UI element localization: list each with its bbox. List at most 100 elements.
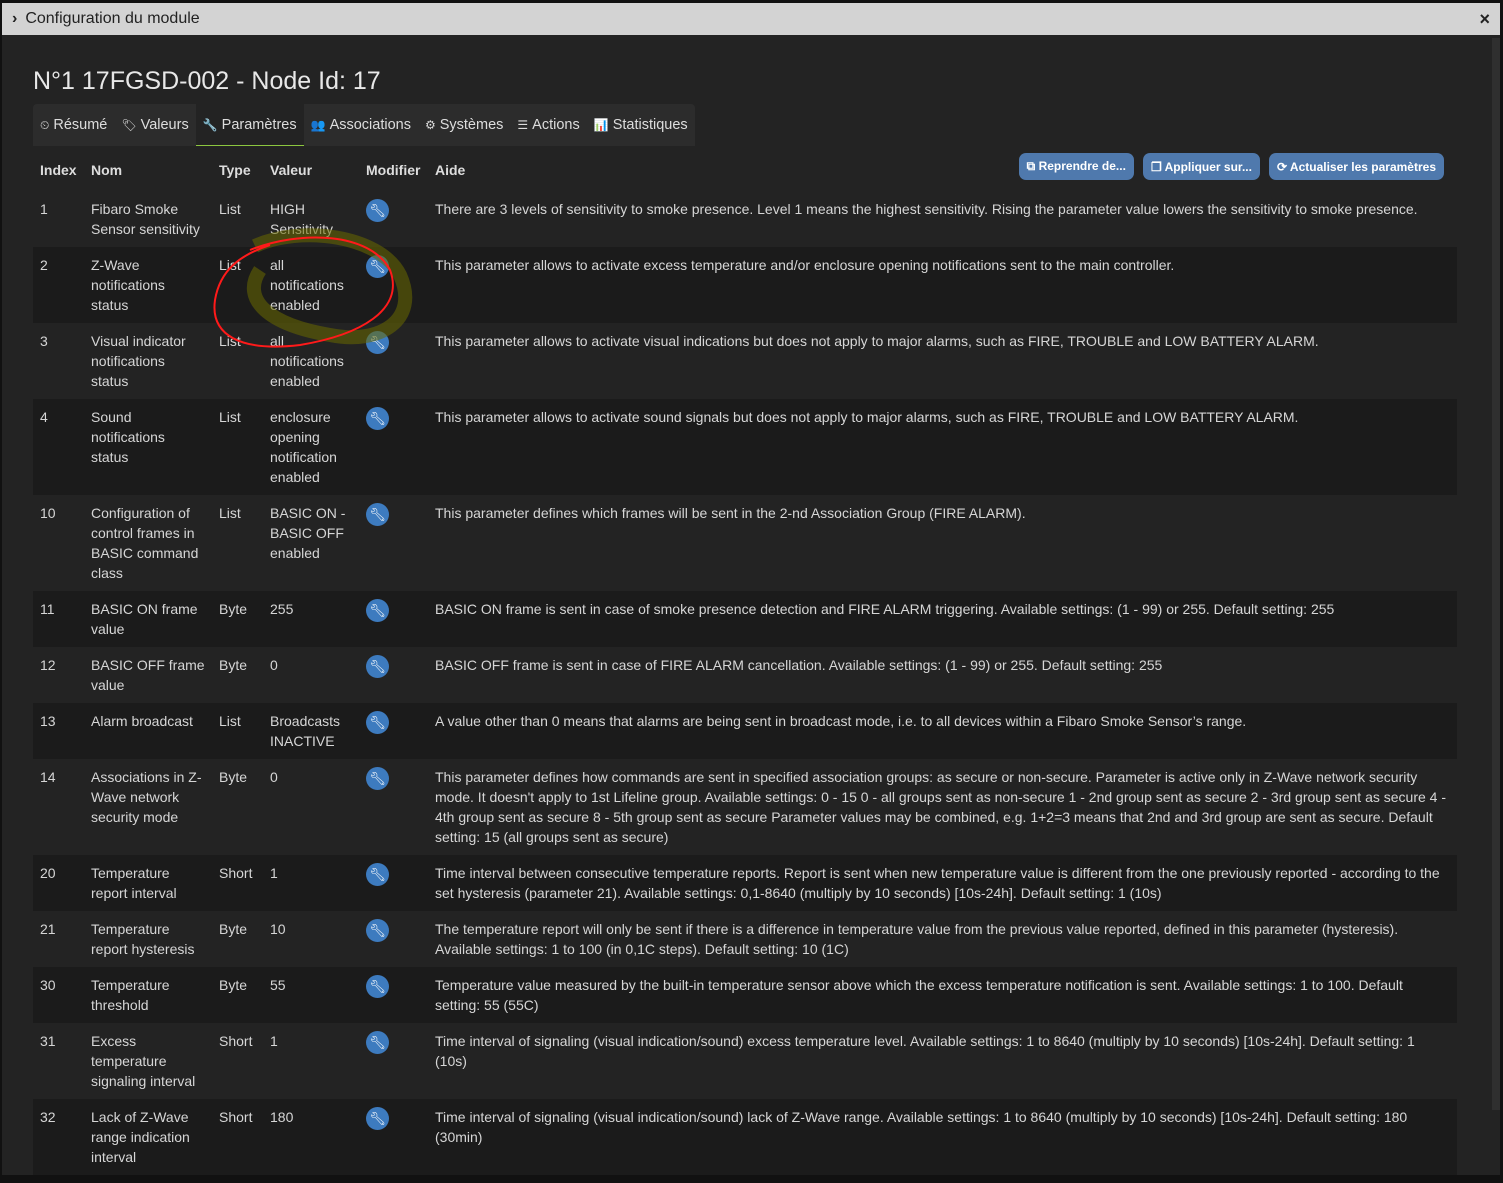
row-index: 21 <box>40 921 56 937</box>
row-index: 13 <box>33 703 84 759</box>
row-value: all notifications enabled <box>263 247 359 323</box>
row-index: 12 <box>40 657 56 673</box>
tab-resume[interactable]: ⏲ Résumé <box>33 104 114 146</box>
row-index: 20 <box>33 855 84 911</box>
row-name: Sound notifications status <box>84 399 212 495</box>
row-name: Excess temperature signaling interval <box>91 1033 196 1089</box>
row-name: Fibaro Smoke Sensor sensitivity <box>91 201 200 237</box>
row-index: 4 <box>33 399 84 495</box>
col-name: Nom <box>91 162 123 178</box>
tab-actions[interactable]: ☰ Actions <box>510 104 586 146</box>
col-help: Aide <box>435 162 466 178</box>
row-type: Short <box>219 1033 253 1049</box>
tab-label: Systèmes <box>439 117 504 133</box>
tab-icon: 👥 <box>310 118 326 132</box>
edit-wrench-icon[interactable]: 🔧︎ <box>366 711 389 734</box>
row-value: BASIC ON - BASIC OFF enabled <box>270 505 346 561</box>
row-name: Temperature threshold <box>84 967 212 1023</box>
col-value: Valeur <box>270 162 313 178</box>
row-help: This parameter defines which frames will… <box>435 505 1026 521</box>
row-type: Byte <box>219 921 248 937</box>
tab-icon: 🔧 <box>202 117 218 132</box>
edit-wrench-icon[interactable]: 🔧︎ <box>366 199 389 222</box>
scrollbar[interactable] <box>1492 38 1500 1110</box>
edit-wrench-icon[interactable]: 🔧︎ <box>366 503 389 526</box>
tab-associations[interactable]: 👥 Associations <box>304 104 418 146</box>
row-help: A value other than 0 means that alarms a… <box>428 703 1457 759</box>
row-name: BASIC OFF frame value <box>91 657 205 693</box>
row-help: This parameter allows to activate visual… <box>435 333 1319 349</box>
tab-label: Actions <box>532 117 580 133</box>
row-value: enclosure opening notification enabled <box>263 399 359 495</box>
edit-wrench-icon[interactable]: 🔧︎ <box>366 863 389 886</box>
row-value: 55 <box>263 967 359 1023</box>
edit-wrench-icon[interactable]: 🔧︎ <box>366 975 389 998</box>
edit-wrench-icon[interactable]: 🔧︎ <box>366 255 389 278</box>
row-name: BASIC ON frame value <box>84 591 212 647</box>
title-bar: › Configuration du module × <box>2 3 1500 35</box>
row-type: Byte <box>212 591 263 647</box>
row-index: 31 <box>40 1033 56 1049</box>
edit-wrench-icon[interactable]: 🔧︎ <box>366 919 389 942</box>
row-help: Time interval of signaling (visual indic… <box>435 1033 1415 1069</box>
row-index: 30 <box>33 967 84 1023</box>
row-value: 180 <box>263 1099 359 1175</box>
tab-icon: ☰ <box>517 118 529 132</box>
col-modify: Modifier <box>366 162 421 178</box>
row-type: List <box>212 247 263 323</box>
tab-icon: 🏷 <box>121 118 137 132</box>
row-help: Temperature value measured by the built-… <box>428 967 1457 1023</box>
row-type: List <box>212 399 263 495</box>
row-type: Short <box>212 855 263 911</box>
window-title: Configuration du module <box>25 10 200 27</box>
row-index: 10 <box>40 505 56 521</box>
tab-bar: ⏲ Résumé 🏷 Valeurs 🔧 Paramètres 👥 Associations ⚙… <box>33 104 695 146</box>
tab-label: Statistiques <box>612 117 688 133</box>
tab-label: Associations <box>329 117 411 133</box>
row-type: Byte <box>212 967 263 1023</box>
row-help: The temperature report will only be sent… <box>435 921 1399 957</box>
row-type: List <box>212 703 263 759</box>
row-type: List <box>219 201 241 217</box>
table-row: 4 Sound notifications status List enclos… <box>33 399 1457 495</box>
row-name: Alarm broadcast <box>84 703 212 759</box>
row-value: HIGH Sensitivity <box>270 201 334 237</box>
table-row: 12 BASIC OFF frame value Byte 0 🔧︎ BASIC… <box>33 647 1457 703</box>
tab-icon: 📊 <box>593 118 609 132</box>
row-help: Time interval of signaling (visual indic… <box>428 1099 1457 1175</box>
close-button[interactable]: × <box>1479 9 1490 30</box>
row-help: This parameter defines how commands are … <box>435 769 1447 845</box>
tab-systemes[interactable]: ⚙ Systèmes <box>418 104 510 146</box>
edit-wrench-icon[interactable]: 🔧︎ <box>366 1031 389 1054</box>
edit-wrench-icon[interactable]: 🔧︎ <box>366 407 389 430</box>
row-value: 10 <box>270 921 286 937</box>
tab-statistiques[interactable]: 📊 Statistiques <box>587 104 695 146</box>
parameters-table: Index Nom Type Valeur Modifier Aide 1 Fi… <box>33 149 1457 1175</box>
row-help: BASIC OFF frame is sent in case of FIRE … <box>435 657 1163 673</box>
tab-label: Valeurs <box>140 117 189 133</box>
row-type: List <box>219 333 241 349</box>
table-row: 1 Fibaro Smoke Sensor sensitivity List H… <box>33 191 1457 247</box>
edit-wrench-icon[interactable]: 🔧︎ <box>366 1107 389 1130</box>
edit-wrench-icon[interactable]: 🔧︎ <box>366 767 389 790</box>
table-row: 2 Z-Wave notifications status List all n… <box>33 247 1457 323</box>
row-type: Byte <box>219 657 248 673</box>
edit-wrench-icon[interactable]: 🔧︎ <box>366 655 389 678</box>
row-index: 2 <box>33 247 84 323</box>
table-row: 10 Configuration of control frames in BA… <box>33 495 1457 591</box>
table-row: 21 Temperature report hysteresis Byte 10… <box>33 911 1457 967</box>
module-config-window: › Configuration du module × N°1 17FGSD-0… <box>2 3 1500 1175</box>
chevron-right-icon[interactable]: › <box>12 10 17 28</box>
tab-parametres[interactable]: 🔧 Paramètres <box>195 104 304 146</box>
row-help: This parameter allows to activate excess… <box>428 247 1457 323</box>
row-name: Temperature report hysteresis <box>91 921 195 957</box>
row-help: There are 3 levels of sensitivity to smo… <box>435 201 1418 217</box>
col-index: Index <box>40 162 77 178</box>
edit-wrench-icon[interactable]: 🔧︎ <box>366 331 389 354</box>
table-row: 20 Temperature report interval Short 1 🔧… <box>33 855 1457 911</box>
table-row: 13 Alarm broadcast List Broadcasts INACT… <box>33 703 1457 759</box>
table-row: 11 BASIC ON frame value Byte 255 🔧︎ BASI… <box>33 591 1457 647</box>
row-value: 1 <box>270 1033 278 1049</box>
tab-valeurs[interactable]: 🏷 Valeurs <box>114 104 195 146</box>
edit-wrench-icon[interactable]: 🔧︎ <box>366 599 389 622</box>
